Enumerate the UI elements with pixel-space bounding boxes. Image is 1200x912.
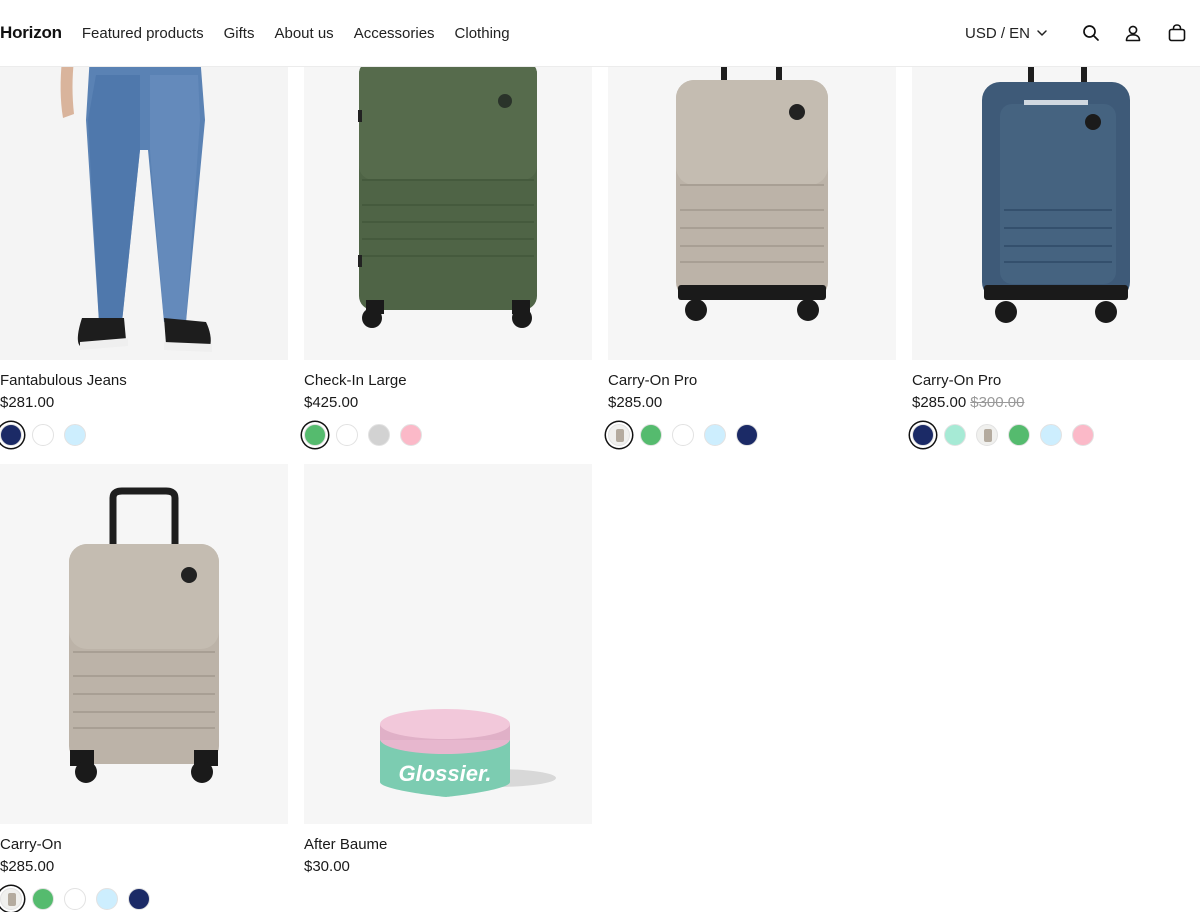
swatch-group	[0, 888, 288, 910]
bag-icon	[1168, 24, 1186, 42]
swatch-green[interactable]	[640, 424, 662, 446]
product-title[interactable]: Fantabulous Jeans	[0, 372, 288, 389]
swatch-navy[interactable]	[736, 424, 758, 446]
product-price: $285.00	[0, 858, 288, 875]
nav-about-us[interactable]: About us	[274, 25, 333, 42]
locale-label: USD / EN	[964, 24, 1030, 42]
suitcase-beige-handle-image	[0, 464, 288, 824]
product-price: $425.00	[304, 394, 592, 411]
product-title[interactable]: Carry-On Pro	[912, 372, 1200, 389]
swatch-pink[interactable]	[1072, 424, 1094, 446]
swatch-group	[608, 424, 896, 446]
swatch-grey[interactable]	[368, 424, 390, 446]
locale-selector[interactable]: USD / EN	[965, 25, 1048, 42]
product-image-carry-on[interactable]	[0, 464, 288, 824]
logo[interactable]: Horizon	[0, 23, 62, 43]
swatch-white[interactable]	[64, 888, 86, 910]
nav-accessories[interactable]: Accessories	[354, 25, 435, 42]
cart-button[interactable]	[1154, 16, 1200, 50]
swatch-light-blue[interactable]	[96, 888, 118, 910]
price-current: $281.00	[0, 394, 55, 411]
main-nav: Featured products Gifts About us Accesso…	[82, 25, 510, 42]
swatch-light-blue[interactable]	[704, 424, 726, 446]
swatch-beige-thumbnail[interactable]	[0, 888, 22, 910]
swatch-navy[interactable]	[912, 424, 934, 446]
product-price: $281.00	[0, 394, 288, 411]
search-button[interactable]	[1070, 16, 1112, 50]
price-current: $285.00	[0, 858, 55, 875]
swatch-white[interactable]	[32, 424, 54, 446]
swatch-light-blue[interactable]	[64, 424, 86, 446]
account-button[interactable]	[1112, 16, 1154, 50]
product-price: $30.00	[304, 858, 592, 875]
swatch-green[interactable]	[304, 424, 326, 446]
product-image-after-baume[interactable]: Glossier.	[304, 464, 592, 824]
product-price: $285.00 $300.00	[912, 394, 1200, 411]
product-price: $285.00	[608, 394, 896, 411]
user-icon	[1125, 25, 1141, 42]
product-card[interactable]: Glossier. After Baume $30.00	[304, 464, 592, 875]
price-current: $285.00	[912, 394, 967, 411]
swatch-light-blue[interactable]	[1040, 424, 1062, 446]
nav-featured-products[interactable]: Featured products	[82, 25, 204, 42]
product-title[interactable]: Carry-On Pro	[608, 372, 896, 389]
search-icon	[1083, 25, 1099, 41]
price-compare-at: $300.00	[970, 394, 1025, 411]
swatch-mint[interactable]	[944, 424, 966, 446]
swatch-green[interactable]	[32, 888, 54, 910]
swatch-white[interactable]	[336, 424, 358, 446]
swatch-group	[0, 424, 288, 446]
nav-gifts[interactable]: Gifts	[224, 25, 255, 42]
product-title[interactable]: Carry-On	[0, 836, 288, 853]
swatch-green[interactable]	[1008, 424, 1030, 446]
glossier-brand-text: Glossier.	[399, 761, 492, 786]
swatch-navy[interactable]	[128, 888, 150, 910]
price-current: $425.00	[304, 394, 359, 411]
swatch-group	[304, 424, 592, 446]
chevron-down-icon	[1037, 30, 1047, 36]
swatch-white[interactable]	[672, 424, 694, 446]
swatch-navy[interactable]	[0, 424, 22, 446]
price-current: $30.00	[304, 858, 350, 875]
price-current: $285.00	[608, 394, 663, 411]
product-title[interactable]: Check-In Large	[304, 372, 592, 389]
swatch-group	[912, 424, 1200, 446]
swatch-pink[interactable]	[400, 424, 422, 446]
product-title[interactable]: After Baume	[304, 836, 592, 853]
product-card[interactable]: Carry-On $285.00	[0, 464, 288, 910]
header-actions: USD / EN	[965, 16, 1200, 50]
swatch-beige-thumbnail[interactable]	[976, 424, 998, 446]
nav-clothing[interactable]: Clothing	[455, 25, 510, 42]
swatch-beige-thumbnail[interactable]	[608, 424, 630, 446]
glossier-jar-image: Glossier.	[304, 464, 592, 824]
site-header: Horizon Featured products Gifts About us…	[0, 0, 1200, 67]
